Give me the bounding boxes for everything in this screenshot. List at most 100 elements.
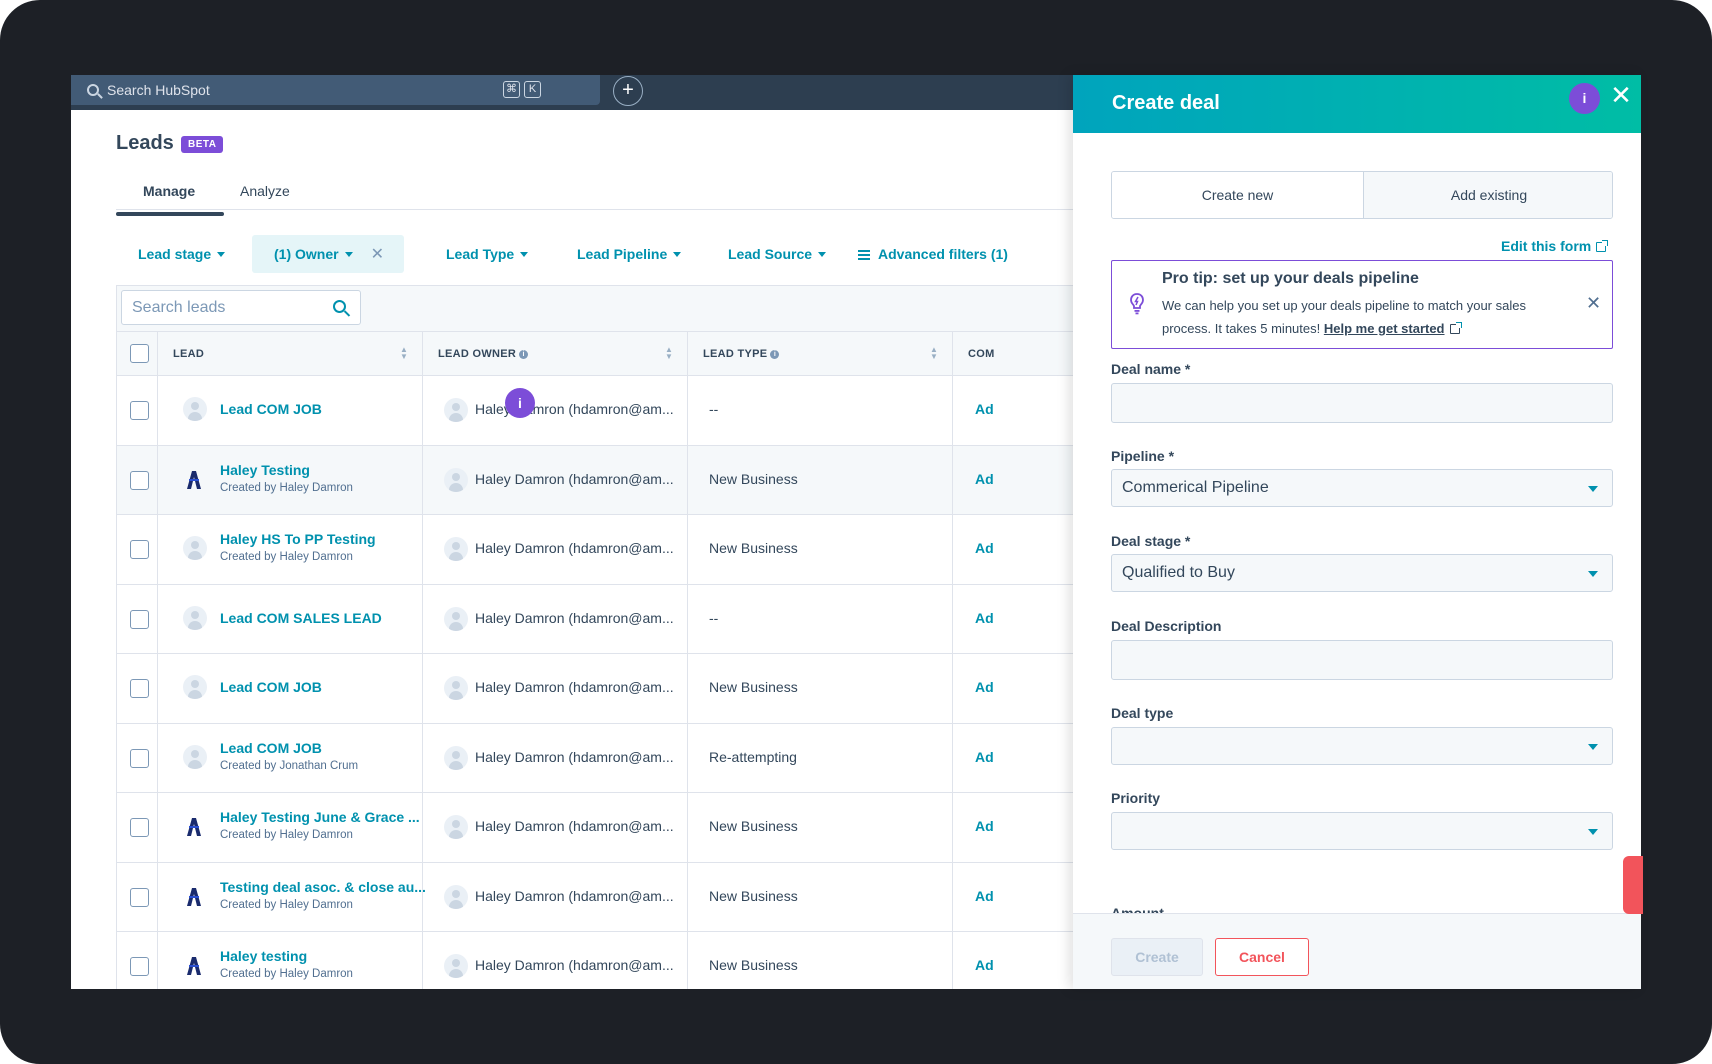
row-checkbox[interactable] [130,887,149,907]
column-divider [422,445,423,514]
column-divider [952,862,953,931]
table-row[interactable]: Lead COM JOB Created by Jonathan Crum Hale… [117,723,1117,793]
create-button[interactable]: Create [1111,938,1203,976]
lead-name-link[interactable]: Haley Testing [220,462,310,478]
chevron-down-icon [1588,744,1598,750]
column-divider [157,332,158,377]
row-checkbox[interactable] [130,748,149,768]
global-search-placeholder: Search HubSpot [107,82,210,98]
column-header-lead[interactable]: LEAD [173,332,204,376]
add-action-link[interactable]: Ad [975,679,994,695]
filter-lead-stage[interactable]: Lead stage [116,235,247,273]
row-checkbox[interactable] [130,470,149,490]
deal-description-input[interactable] [1111,640,1613,680]
info-icon[interactable]: i [770,350,780,359]
lead-name-link[interactable]: Haley Testing June & Grace ... [220,809,420,825]
deal-name-input[interactable] [1111,383,1613,423]
beta-badge: BETA [181,136,224,153]
sort-icon[interactable]: ▲ ▼ [930,346,938,362]
row-checkbox[interactable] [130,818,149,837]
column-header-lead-owner[interactable]: LEAD OWNER i [438,332,529,376]
tab-analyze[interactable]: Analyze [240,183,290,199]
tour-marker-icon[interactable]: i [505,388,535,418]
lead-name-link[interactable]: Haley HS To PP Testing [220,531,376,547]
column-divider [157,515,158,584]
row-checkbox[interactable] [130,540,149,559]
global-search-bar[interactable]: Search HubSpot ⌘ K [71,75,600,105]
sort-icon[interactable]: ▲ ▼ [665,346,673,362]
advanced-filters-button[interactable]: Advanced filters (1) [836,235,1030,273]
row-checkbox[interactable] [130,401,149,420]
filter-lead-source[interactable]: Lead Source [706,235,848,273]
info-icon[interactable]: i [519,350,529,359]
chevron-down-icon [1588,486,1598,492]
select-all-checkbox[interactable] [130,344,149,363]
deal-stage-value: Qualified to Buy [1122,564,1235,581]
deal-type-label: Deal type [1111,705,1174,721]
filter-lead-type[interactable]: Lead Type [424,235,550,273]
search-leads-input[interactable]: Search leads [121,290,361,325]
lead-name-link[interactable]: Lead COM JOB [220,740,322,756]
column-divider [687,376,688,445]
filter-owner[interactable]: (1) Owner ✕ [252,235,404,273]
help-me-get-started-link[interactable]: Help me get started [1324,321,1445,336]
sort-icon[interactable]: ▲ ▼ [400,346,408,362]
panel-header: Create deal i ✕ [1073,75,1641,133]
create-new-plus-button[interactable]: + [613,76,643,106]
row-checkbox[interactable] [130,957,149,976]
row-checkbox[interactable] [130,609,149,629]
clear-filter-icon[interactable]: ✕ [371,246,384,263]
create-new-tab[interactable]: Create new [1112,172,1363,218]
column-divider [952,515,953,584]
pro-tip-title: Pro tip: set up your deals pipeline [1162,270,1419,287]
close-icon[interactable]: ✕ [1609,82,1633,108]
column-divider [157,584,158,653]
deal-type-select[interactable] [1111,727,1613,765]
add-action-link[interactable]: Ad [975,749,994,765]
close-icon[interactable]: ✕ [1586,293,1601,314]
table-row[interactable]: Testing deal asoc. & close au... Created … [117,862,1117,932]
lead-name-link[interactable]: Lead COM SALES LEAD [220,610,382,626]
add-action-link[interactable]: Ad [975,957,994,973]
filter-lead-pipeline[interactable]: Lead Pipeline [555,235,703,273]
table-row[interactable]: Haley testing Created by Haley Damron Hale… [117,932,1117,989]
tab-manage[interactable]: Manage [143,183,195,199]
table-row[interactable]: Haley Testing Created by Haley Damron Hale… [117,445,1117,515]
column-divider [157,723,158,792]
table-row[interactable]: Lead COM JOB Haley Damron (hdamron@am... N… [117,654,1117,724]
column-divider [157,376,158,445]
add-action-link[interactable]: Ad [975,540,994,556]
lead-name-link[interactable]: Testing deal asoc. & close au... [220,879,426,895]
table-row[interactable]: Haley Testing June & Grace ... Created by… [117,793,1117,863]
table-row[interactable]: Lead COM SALES LEAD Haley Damron (hdamron… [117,584,1117,654]
lead-name-link[interactable]: Haley testing [220,948,307,964]
add-action-link[interactable]: Ad [975,401,994,417]
add-existing-tab[interactable]: Add existing [1363,172,1612,218]
search-icon[interactable] [333,300,346,313]
add-action-link[interactable]: Ad [975,888,994,904]
company-logo-icon [187,470,201,489]
info-icon[interactable]: i [1569,83,1600,114]
table-row[interactable]: Lead COM JOB Haley Damron (hdamron@am... -… [117,376,1117,446]
page-title: Leads [116,132,174,154]
cancel-button[interactable]: Cancel [1215,938,1309,976]
column-header-com[interactable]: COM [968,332,995,376]
deal-stage-select[interactable]: Qualified to Buy [1111,554,1613,592]
add-action-link[interactable]: Ad [975,610,994,626]
table-row[interactable]: Haley HS To PP Testing Created by Haley D… [117,515,1117,585]
row-checkbox[interactable] [130,679,149,698]
add-action-link[interactable]: Ad [975,818,994,834]
column-divider [422,584,423,653]
help-widget-tab[interactable] [1623,856,1643,914]
priority-select[interactable] [1111,812,1613,850]
lead-name-link[interactable]: Lead COM JOB [220,679,322,695]
column-divider [952,445,953,514]
pipeline-select[interactable]: Commerical Pipeline [1111,469,1613,507]
lead-name-link[interactable]: Lead COM JOB [220,401,322,417]
column-divider [687,332,688,377]
column-header-lead-type[interactable]: LEAD TYPE i [703,332,780,376]
column-divider [422,332,423,377]
add-action-link[interactable]: Ad [975,471,994,487]
edit-form-link[interactable]: Edit this form [1501,238,1609,254]
avatar [444,745,468,770]
